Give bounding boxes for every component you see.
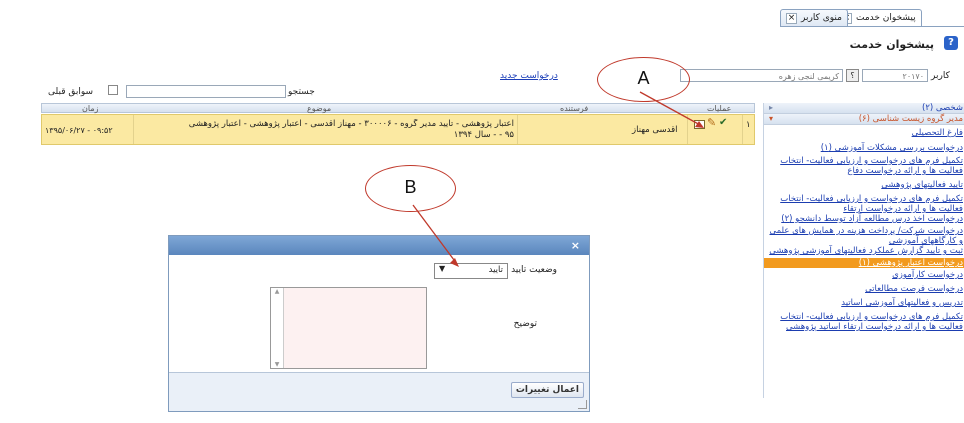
row-number: ۱ bbox=[746, 120, 751, 130]
scrollbar[interactable]: ▲ ▼ bbox=[271, 288, 284, 368]
history-checkbox[interactable] bbox=[108, 85, 118, 95]
side-item[interactable]: تکمیل فرم های درخواست و ارزیابی فعالیت- … bbox=[764, 156, 964, 176]
approve-icon[interactable]: ✔ bbox=[719, 117, 727, 128]
callout-a: A bbox=[597, 57, 690, 102]
dropdown-arrow-icon: ▼ bbox=[439, 264, 446, 273]
history-label: سوابق قبلی bbox=[48, 87, 94, 97]
column-divider bbox=[687, 115, 688, 144]
new-request-link[interactable]: درخواست جدید bbox=[500, 71, 558, 81]
row-subject-line1: اعتبار پژوهشی - تایید مدیر گروه - ۳۰۰۰۰۶… bbox=[188, 119, 514, 129]
page-title: پیشخوان خدمت bbox=[849, 38, 934, 51]
tab-service-desk[interactable]: پیشخوان خدمت × bbox=[835, 9, 922, 26]
help-icon[interactable]: ? bbox=[944, 36, 958, 50]
row-time: ۱۳۹۵/۰۶/۲۷ - ۰۹:۵۲ bbox=[45, 126, 113, 135]
dialog-title-bar[interactable]: × bbox=[169, 236, 589, 255]
chevron-right-icon: ▸ bbox=[769, 103, 774, 112]
side-header-label: مدیر گروه زیست شناسی (۶) bbox=[858, 114, 963, 124]
col-sender[interactable]: فرستنده bbox=[560, 104, 588, 113]
callout-a-label: A bbox=[637, 68, 650, 88]
user-name-field: کریمی لنجی زهره bbox=[680, 69, 843, 82]
side-item[interactable]: تکمیل فرم های درخواست و ارزیابی فعالیت- … bbox=[764, 194, 964, 214]
col-subject[interactable]: موضوع bbox=[307, 104, 331, 113]
tab-label: منوی کاربر bbox=[801, 13, 842, 23]
tab-label: پیشخوان خدمت bbox=[856, 13, 916, 23]
side-item[interactable]: درخواست اخذ درس مطالعه آزاد توسط دانشجو … bbox=[764, 214, 964, 224]
row-subject-line2: ۹۵ - - سال ۱۳۹۴ bbox=[453, 130, 514, 140]
approval-dialog: × وضعیت تایید تایید ▼ توضیح ▲ ▼ اعمال تغ… bbox=[168, 235, 590, 412]
user-label: کاربر bbox=[931, 71, 950, 81]
side-item[interactable]: فارغ التحصیلی bbox=[764, 128, 964, 138]
apply-changes-button[interactable]: اعمال تغییرات bbox=[510, 382, 584, 398]
status-value: تایید bbox=[488, 265, 503, 275]
grid-header: عملیات فرستنده موضوع زمان bbox=[41, 103, 755, 113]
chevron-down-icon: ▾ bbox=[769, 114, 774, 123]
side-item[interactable]: درخواست شرکت/ پرداخت هزینه در همایش های … bbox=[764, 226, 964, 246]
search-label: جستجو bbox=[288, 87, 315, 97]
callout-b: B bbox=[365, 165, 456, 212]
side-item[interactable]: تکمیل فرم های درخواست و ارزیابی فعالیت- … bbox=[764, 312, 964, 332]
row-sender: اقدسی مهناز bbox=[632, 125, 678, 135]
tab-bar-line bbox=[780, 26, 964, 27]
tab-user-menu[interactable]: منوی کاربر × bbox=[780, 9, 848, 26]
side-header-personal[interactable]: شخصی (۲) ▸ bbox=[764, 103, 964, 114]
user-lookup-button[interactable]: ؟ bbox=[846, 69, 859, 82]
callout-b-label: B bbox=[404, 177, 417, 197]
column-divider bbox=[517, 115, 518, 144]
description-label: توضیح bbox=[513, 319, 537, 329]
resize-handle-icon[interactable] bbox=[578, 400, 587, 409]
side-item[interactable]: درخواست بررسی مشکلات آموزشی (۱) bbox=[764, 143, 964, 153]
column-divider bbox=[133, 115, 134, 144]
table-row[interactable]: ۱ ✎ ✔ اقدسی مهناز اعتبار پژوهشی - تایید … bbox=[41, 114, 755, 145]
side-item[interactable]: درخواست کارآموزی bbox=[764, 270, 964, 280]
close-icon[interactable]: × bbox=[786, 12, 797, 24]
side-item[interactable]: درخواست فرصت مطالعاتی bbox=[764, 284, 964, 294]
scroll-down-icon[interactable]: ▼ bbox=[271, 361, 283, 368]
side-header-biology[interactable]: مدیر گروه زیست شناسی (۶) ▾ bbox=[764, 114, 964, 125]
scroll-up-icon[interactable]: ▲ bbox=[271, 288, 283, 295]
description-textarea[interactable]: ▲ ▼ bbox=[270, 287, 427, 369]
status-select[interactable]: تایید ▼ bbox=[434, 263, 508, 279]
side-panel: شخصی (۲) ▸ مدیر گروه زیست شناسی (۶) ▾ فا… bbox=[763, 103, 964, 398]
side-item[interactable]: تایید فعالیتهای پژوهشی bbox=[764, 180, 964, 190]
view-icon[interactable] bbox=[694, 120, 705, 129]
close-icon[interactable]: × bbox=[571, 239, 580, 252]
status-label: وضعیت تایید bbox=[511, 265, 557, 275]
side-header-label: شخصی (۲) bbox=[922, 103, 963, 113]
col-operations[interactable]: عملیات bbox=[707, 104, 731, 113]
side-item-selected[interactable]: درخواست اعتبار پژوهشی (۱) bbox=[764, 258, 964, 268]
user-code-field[interactable]: ۲۰۱۷۰ bbox=[862, 69, 928, 82]
search-input[interactable] bbox=[126, 85, 286, 98]
side-item[interactable]: تدریس و فعالیتهای آموزشی اساتید bbox=[764, 298, 964, 308]
edit-icon[interactable]: ✎ bbox=[707, 116, 716, 129]
column-divider bbox=[742, 115, 743, 144]
col-time[interactable]: زمان bbox=[82, 104, 98, 113]
side-item[interactable]: ثبت و تایید گزارش عملکرد فعالیتهای آموزش… bbox=[764, 246, 964, 256]
dialog-footer: اعمال تغییرات bbox=[169, 372, 589, 411]
